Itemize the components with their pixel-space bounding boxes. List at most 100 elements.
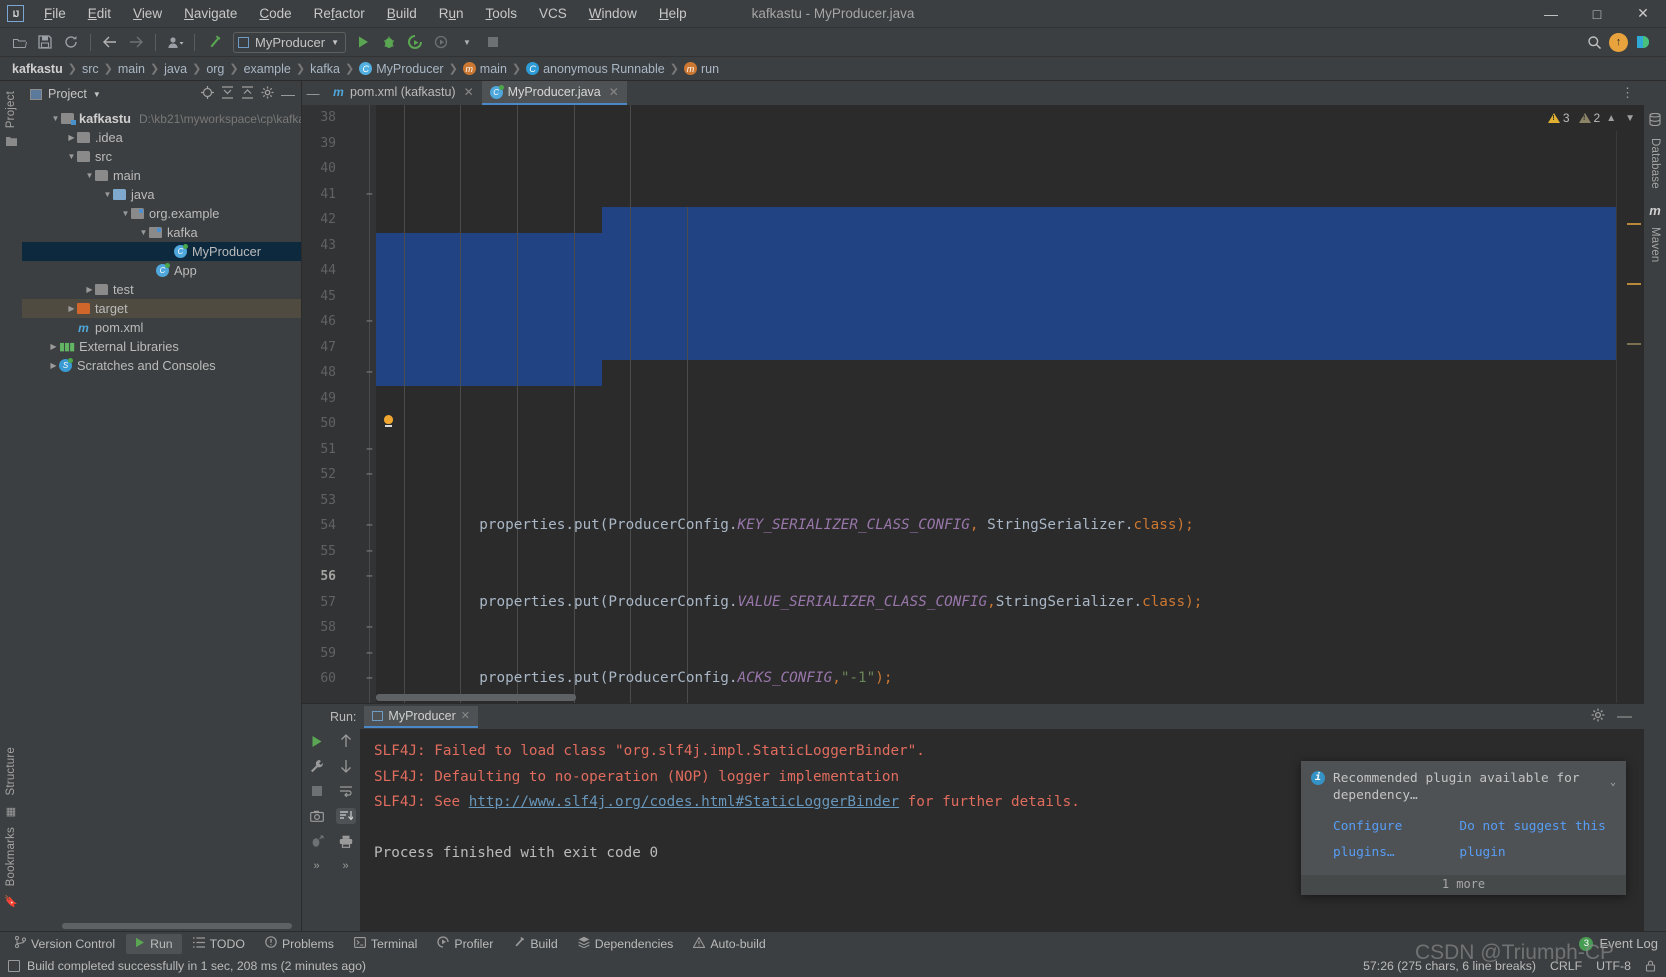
chevron-down-icon[interactable]: ▼ (50, 114, 61, 123)
close-icon[interactable]: ✕ (464, 85, 474, 99)
expand-all-icon[interactable] (221, 86, 234, 102)
breadcrumb-item-kafka[interactable]: kafka (306, 62, 344, 76)
menu-refactor[interactable]: Refactor (303, 2, 376, 25)
chevron-right-icon[interactable]: ▶ (48, 361, 59, 370)
more-icon[interactable]: » (313, 858, 319, 874)
warning-marker[interactable] (1627, 223, 1641, 225)
menu-edit[interactable]: Edit (77, 2, 122, 25)
editor-tab-myproducer-java[interactable]: C MyProducer.java ✕ (481, 81, 627, 105)
weak-warning-marker[interactable] (1627, 343, 1641, 345)
editor-tabs-more-icon[interactable]: ⋮ (1612, 81, 1644, 105)
fold-marker-icon[interactable]: ━ (364, 182, 375, 208)
chevron-down-icon[interactable]: ▼ (84, 171, 95, 180)
breadcrumb-item-java[interactable]: java (160, 62, 191, 76)
intention-bulb-icon[interactable] (382, 364, 394, 427)
do-not-suggest-link[interactable]: Do not suggest this plugin (1459, 814, 1616, 865)
tree-item-main[interactable]: ▼ main (22, 166, 301, 185)
project-tree[interactable]: ▼ kafkastu D:\kb21\myworkspace\cp\kafkas… (22, 107, 301, 923)
menu-file[interactable]: File (33, 2, 77, 25)
tree-item-src[interactable]: ▼ src (22, 147, 301, 166)
fold-marker-icon[interactable]: ━ (364, 564, 375, 590)
run-configuration-selector[interactable]: MyProducer ▼ (233, 31, 346, 53)
tw-version-control[interactable]: Version Control (6, 933, 124, 954)
chevron-down-icon[interactable]: ▼ (138, 228, 149, 237)
tree-item-kafka[interactable]: ▼ kafka (22, 223, 301, 242)
editor-horizontal-scrollbar[interactable] (376, 694, 1616, 703)
down-arrow-icon[interactable] (340, 758, 352, 774)
chevron-down-icon[interactable]: ⌄ (1610, 770, 1616, 804)
minimize-button[interactable]: — (1528, 0, 1574, 28)
tw-build[interactable]: Build (504, 933, 566, 954)
tree-item-pom-xml[interactable]: m pom.xml (22, 318, 301, 337)
line-separator[interactable]: CRLF (1550, 959, 1582, 973)
tree-item-idea[interactable]: ▶ .idea (22, 128, 301, 147)
save-all-icon[interactable] (33, 31, 57, 53)
update-project-icon[interactable]: ↑ (1609, 32, 1628, 52)
debug-icon[interactable] (310, 833, 324, 849)
tree-item-kafkastu[interactable]: ▼ kafkastu D:\kb21\myworkspace\cp\kafkas… (22, 109, 301, 128)
scrollbar-thumb[interactable] (62, 923, 292, 929)
close-icon[interactable]: ✕ (461, 709, 470, 722)
run-tab-myproducer[interactable]: MyProducer ✕ (364, 705, 479, 728)
next-problem-icon[interactable]: ▼ (1622, 113, 1638, 124)
chevron-down-icon[interactable]: ▼ (120, 209, 131, 218)
breadcrumb-item-myproducer[interactable]: C MyProducer (355, 62, 447, 76)
rail-tab-bookmarks[interactable]: Bookmarks (5, 821, 17, 892)
chevron-right-icon[interactable]: ▶ (66, 133, 77, 142)
tw-dependencies[interactable]: Dependencies (569, 933, 683, 954)
warning-marker[interactable] (1627, 283, 1641, 285)
rail-tab-database[interactable]: Database (1649, 132, 1661, 195)
menu-help[interactable]: Help (648, 2, 698, 25)
forward-arrow-icon[interactable] (124, 31, 148, 53)
menu-window[interactable]: Window (578, 2, 648, 25)
rail-tab-maven[interactable]: Maven (1649, 221, 1661, 269)
breadcrumb-item-run[interactable]: m run (680, 62, 723, 76)
fold-marker-icon[interactable]: ━ (364, 309, 375, 335)
scrollbar-thumb[interactable] (376, 694, 576, 701)
breadcrumb-item-src[interactable]: src (78, 62, 103, 76)
tw-todo[interactable]: TODO (184, 934, 254, 954)
chevron-down-icon[interactable]: ▼ (66, 152, 77, 161)
tree-item-test[interactable]: ▶ test (22, 280, 301, 299)
tree-item-target[interactable]: ▶ target (22, 299, 301, 318)
chevron-right-icon[interactable]: ▶ (84, 285, 95, 294)
chevron-down-icon[interactable]: ▼ (102, 190, 113, 199)
back-arrow-icon[interactable] (98, 31, 122, 53)
menu-view[interactable]: View (122, 2, 173, 25)
fold-marker-icon[interactable]: ━ (364, 360, 375, 386)
tree-item-java[interactable]: ▼ java (22, 185, 301, 204)
tw-auto-build[interactable]: Auto-build (684, 934, 774, 954)
menu-run[interactable]: Run (428, 2, 475, 25)
tree-item-app[interactable]: C App (22, 261, 301, 280)
locate-icon[interactable] (201, 86, 214, 102)
inspection-gutter[interactable] (1616, 105, 1644, 703)
collapse-all-icon[interactable] (241, 86, 254, 102)
fold-marker-icon[interactable]: ━ (364, 513, 375, 539)
run-button[interactable] (351, 31, 375, 53)
more-icon[interactable]: » (342, 858, 348, 874)
run-with-coverage-button[interactable] (403, 31, 427, 53)
run-console[interactable]: SLF4J: Failed to load class "org.slf4j.i… (360, 729, 1644, 931)
project-horizontal-scrollbar[interactable] (22, 923, 301, 931)
breadcrumb-item-main-method[interactable]: m main (459, 62, 511, 76)
rerun-icon[interactable] (310, 733, 323, 749)
console-link[interactable]: http://www.slf4j.org/codes.html#StaticLo… (469, 794, 899, 810)
breadcrumb-item-kafkastu[interactable]: kafkastu (8, 62, 67, 76)
scroll-to-end-icon[interactable] (335, 808, 356, 824)
menu-vcs[interactable]: VCS (528, 2, 578, 25)
inspection-summary[interactable]: 3 2 ▲ ▼ (1547, 105, 1644, 131)
sync-refresh-icon[interactable] (59, 31, 83, 53)
lock-icon[interactable] (1645, 960, 1656, 972)
event-log-label[interactable]: Event Log (1599, 936, 1658, 951)
rail-tab-structure[interactable]: Structure (5, 741, 17, 801)
stop-button[interactable] (481, 31, 505, 53)
caret-position[interactable]: 57:26 (275 chars, 6 line breaks) (1363, 959, 1536, 973)
chevron-down-icon[interactable]: ▼ (93, 90, 101, 99)
tree-item-scratches-consoles[interactable]: ▶ S Scratches and Consoles (22, 356, 301, 375)
build-hammer-icon[interactable] (202, 31, 226, 53)
tw-problems[interactable]: Problems (256, 933, 343, 954)
code-line[interactable]: properties.put(ProducerConfig.ACKS_CONFI… (376, 666, 1644, 692)
tw-run[interactable]: Run (126, 933, 182, 954)
editor-gutter[interactable]: 38 39 40 41 42 43 44 45 46 47 48 49 50 5… (302, 105, 376, 703)
menu-build[interactable]: Build (376, 2, 428, 25)
